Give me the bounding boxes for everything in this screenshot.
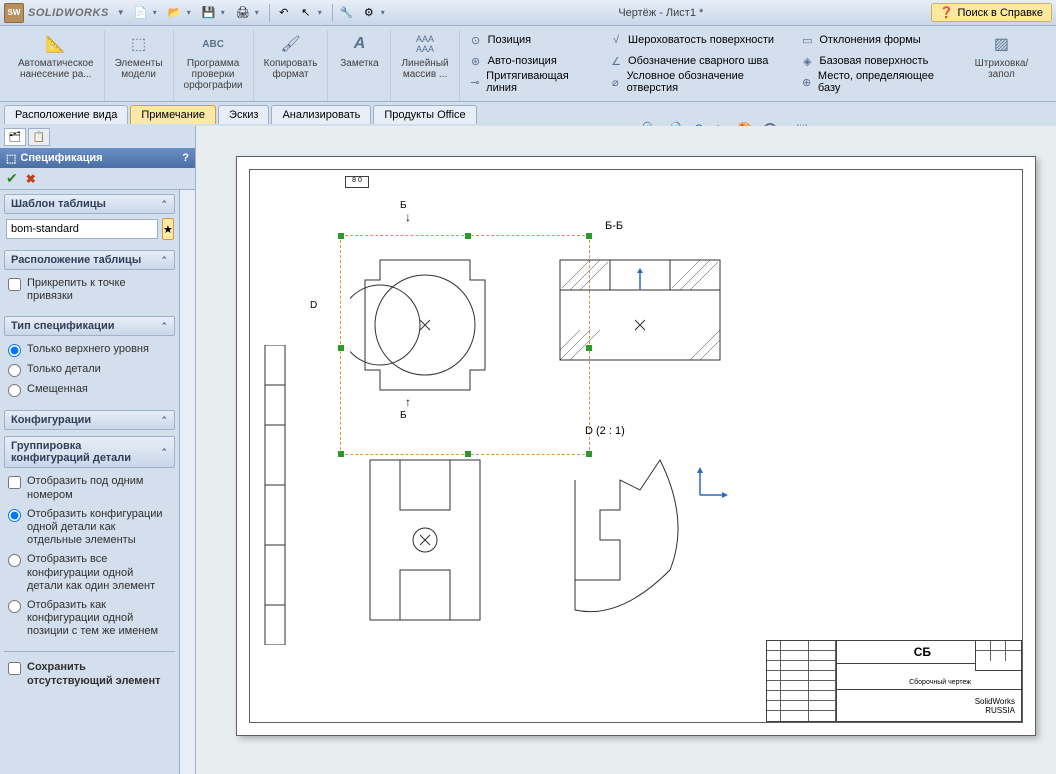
help-icon: ❓ — [940, 6, 954, 19]
auto-balloon-icon: ⊛ — [468, 53, 484, 69]
weld-symbol-button[interactable]: ∠Обозначение сварного шва — [604, 51, 787, 71]
gtol-icon: ▭ — [799, 32, 815, 48]
note-icon: A — [346, 32, 372, 56]
tab-annotation[interactable]: Примечание — [130, 105, 216, 124]
keep-missing-checkbox[interactable]: Сохранить отсутствующий элемент — [6, 658, 173, 690]
hole-icon: ⌀ — [608, 74, 623, 90]
group-one-number-checkbox[interactable]: Отобразить под одним номером — [6, 472, 173, 504]
brush-icon: 🖌 — [278, 32, 304, 56]
section-b-bottom: Б — [400, 410, 407, 421]
detail-view-d[interactable] — [560, 450, 700, 630]
detail-d-title: D (2 : 1) — [585, 425, 625, 437]
app-name: SOLIDWORKS — [28, 7, 109, 19]
type-parts-only-radio[interactable]: Только детали — [6, 360, 173, 380]
panel-title: ⬚ Спецификация ? — [0, 148, 195, 168]
zone-marker: 8 0 — [345, 176, 369, 188]
spell-icon: ABC — [200, 32, 226, 56]
auto-dimension-button[interactable]: 📐 Автоматическоенанесение ра... — [14, 30, 98, 82]
group-same-name-radio[interactable]: Отобразить как конфигурации одной позици… — [6, 596, 173, 642]
main-menu-dropdown[interactable]: ▼ — [117, 8, 125, 17]
format-painter-button[interactable]: 🖌 Копироватьформат — [260, 30, 322, 82]
type-indented-radio[interactable]: Смещенная — [6, 380, 173, 400]
hatch-button[interactable]: ▨ Штриховка/запол — [961, 30, 1042, 82]
ok-button[interactable]: ✔ — [6, 170, 18, 187]
attach-anchor-checkbox[interactable]: Прикрепить к точке привязки — [6, 274, 173, 306]
detail-d-label: D — [310, 300, 317, 311]
section-bom-type[interactable]: Тип спецификации⌃ — [4, 316, 175, 336]
surface-icon: √ — [608, 32, 624, 48]
magnetic-line-button[interactable]: ⊸Притягивающая линия — [464, 72, 596, 92]
front-view[interactable] — [350, 250, 500, 400]
ribbon: 📐 Автоматическоенанесение ра... ⬚ Элемен… — [0, 26, 1056, 102]
select-button[interactable]: ↖ — [296, 3, 316, 23]
dimension-icon: 📐 — [43, 32, 69, 56]
datum-button[interactable]: ◈Базовая поверхность — [795, 51, 951, 71]
view-triad-icon — [690, 465, 730, 505]
magnet-icon: ⊸ — [468, 74, 483, 90]
group-one-item-radio[interactable]: Отобразить все конфигурации одной детали… — [6, 550, 173, 596]
group-separate-radio[interactable]: Отобразить конфигурации одной детали как… — [6, 505, 173, 551]
title-block[interactable]: СБ Сборочный чертеж SolidWorksRUSSIA — [766, 640, 1022, 722]
ribbon-tabs: Расположение вида Примечание Эскиз Анали… — [0, 102, 1056, 124]
section-configs[interactable]: Конфигурации⌃ — [4, 410, 175, 430]
balloon-button[interactable]: ⊙Позиция — [464, 30, 596, 50]
hatch-icon: ▨ — [988, 32, 1014, 56]
datum-target-icon: ⊕ — [799, 74, 814, 90]
tab-sketch[interactable]: Эскиз — [218, 105, 269, 124]
rebuild-button[interactable]: 🔧 — [337, 3, 357, 23]
geometric-tolerance-button[interactable]: ▭Отклонения формы — [795, 30, 951, 50]
tab-office[interactable]: Продукты Office — [373, 105, 476, 124]
section-arrow-icon: ↑ — [405, 395, 411, 409]
type-top-only-radio[interactable]: Только верхнего уровня — [6, 340, 173, 360]
pattern-icon: AAAAAA — [412, 32, 438, 56]
auto-balloon-button[interactable]: ⊛Авто-позиция — [464, 51, 596, 71]
model-items-button[interactable]: ⬚ Элементымодели — [111, 30, 167, 82]
undo-button[interactable]: ↶ — [274, 3, 294, 23]
save-button[interactable]: 💾 — [199, 3, 219, 23]
cancel-button[interactable]: ✖ — [26, 172, 36, 186]
help-icon[interactable]: ? — [182, 152, 189, 164]
help-search-box[interactable]: ❓ Поиск в Справке — [931, 3, 1052, 22]
drawing-canvas[interactable]: Б ↓ Б ↑ D Б-Б — [196, 126, 1056, 774]
section-grouping[interactable]: Группировка конфигураций детали⌃ — [4, 436, 175, 468]
side-strip-view[interactable] — [260, 345, 290, 645]
spell-check-button[interactable]: ABC Программапроверкиорфографии — [180, 30, 247, 93]
note-button[interactable]: A Заметка — [334, 30, 384, 71]
model-items-icon: ⬚ — [126, 32, 152, 56]
print-button[interactable]: 🖨 — [233, 3, 253, 23]
document-title: Чертёж - Лист1 * — [391, 7, 931, 19]
weld-icon: ∠ — [608, 53, 624, 69]
solidworks-logo-icon: SW — [4, 3, 24, 23]
datum-icon: ◈ — [799, 53, 815, 69]
surface-finish-button[interactable]: √Шероховатость поверхности — [604, 30, 787, 50]
property-manager-panel: 🗂 📋 ⬚ Спецификация ? ✔ ✖ Шаблон таблицы⌃… — [0, 126, 196, 774]
top-view[interactable] — [350, 450, 500, 630]
section-template[interactable]: Шаблон таблицы⌃ — [4, 194, 175, 214]
linear-pattern-button[interactable]: AAAAAA Линейныймассив ... — [397, 30, 452, 82]
property-tab[interactable]: 📋 — [28, 128, 50, 146]
open-button[interactable]: 📂 — [165, 3, 185, 23]
new-doc-button[interactable]: 📄 — [131, 3, 151, 23]
panel-scrollbar[interactable] — [179, 190, 195, 774]
tab-view-layout[interactable]: Расположение вида — [4, 105, 128, 124]
section-arrow-icon: ↓ — [405, 210, 411, 224]
datum-target-button[interactable]: ⊕Место, определяющее базу — [795, 72, 951, 92]
section-bb-title: Б-Б — [605, 220, 623, 232]
hole-callout-button[interactable]: ⌀Условное обозначение отверстия — [604, 72, 787, 92]
options-button[interactable]: ⚙ — [359, 3, 379, 23]
quick-access-toolbar: 📄▾ 📂▾ 💾▾ 🖨▾ ↶ ↖▾ 🔧 ⚙▾ — [131, 3, 391, 23]
titlebar: SW SOLIDWORKS ▼ 📄▾ 📂▾ 💾▾ 🖨▾ ↶ ↖▾ 🔧 ⚙▾ Че… — [0, 0, 1056, 26]
section-layout[interactable]: Расположение таблицы⌃ — [4, 250, 175, 270]
drawing-sheet: Б ↓ Б ↑ D Б-Б — [236, 156, 1036, 736]
browse-template-button[interactable]: ★ — [162, 218, 174, 240]
section-view-bb[interactable] — [550, 240, 730, 380]
template-input[interactable] — [6, 219, 158, 239]
tab-evaluate[interactable]: Анализировать — [271, 105, 371, 124]
balloon-icon: ⊙ — [468, 32, 484, 48]
feature-tree-tab[interactable]: 🗂 — [4, 128, 26, 146]
